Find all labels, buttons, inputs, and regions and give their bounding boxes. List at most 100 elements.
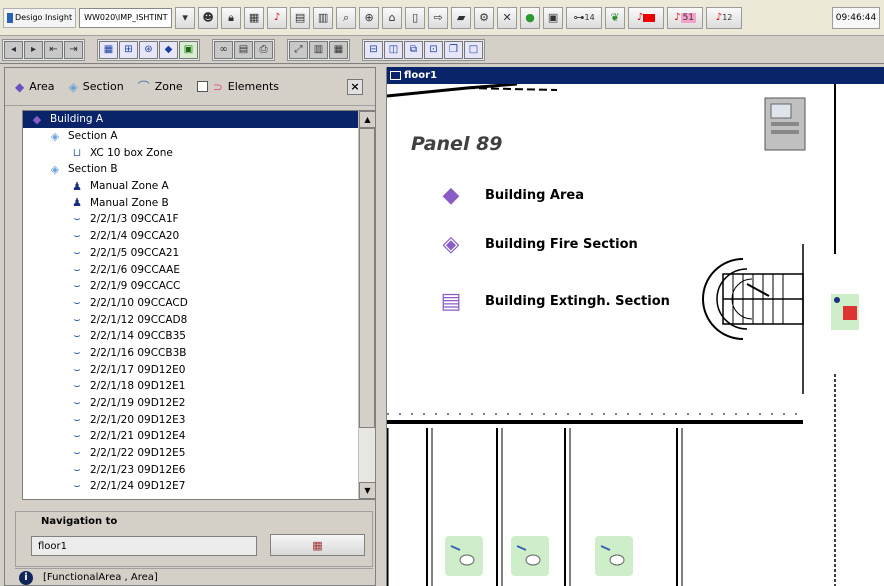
home-icon[interactable]: ⌂	[382, 6, 403, 29]
tree-node[interactable]: ◈ Section B	[23, 161, 359, 178]
dropdown-icon[interactable]: ▾	[175, 6, 196, 29]
tree-node[interactable]: ⌣ 2/2/1/20 09D12E3	[23, 411, 359, 428]
lock-icon[interactable]: 🔒︎	[221, 6, 242, 29]
split-icon[interactable]: ▥	[309, 40, 328, 59]
tree-node[interactable]: ⌣ 2/2/1/22 09D12E5	[23, 445, 359, 462]
layout-tile-icon[interactable]: ⊡	[424, 40, 443, 59]
tree-node[interactable]: ⊔ XC 10 box Zone	[23, 144, 359, 161]
tree-node[interactable]: ⌣ 2/2/1/19 09D12E2	[23, 395, 359, 412]
report-icon[interactable]: ▥	[313, 6, 334, 29]
grid-icon[interactable]: ▦	[244, 6, 265, 29]
manual-call-point-icon[interactable]	[831, 294, 859, 330]
zoom-icon[interactable]: ⊕	[359, 6, 380, 29]
tree-node[interactable]: ⌣ 2/2/1/21 09D12E4	[23, 428, 359, 445]
tree-node-label: Manual Zone A	[90, 180, 169, 193]
tree-node[interactable]: ⌣ 2/2/1/6 09CCAAE	[23, 261, 359, 278]
elements-checkbox[interactable]	[196, 81, 208, 92]
tree-node[interactable]: ♟ Manual Zone B	[23, 194, 359, 211]
tab-zone[interactable]: ⌒ Zone	[138, 78, 183, 95]
tree-node[interactable]: ⌣ 2/2/1/4 09CCA20	[23, 228, 359, 245]
tree-node[interactable]: ⌣ 2/2/1/24 09D12E7	[23, 478, 359, 495]
legend-label: Building Extingh. Section	[485, 293, 670, 309]
tree-icon[interactable]: ⊞	[119, 40, 138, 59]
window-restore-icon[interactable]: ❐	[444, 40, 463, 59]
folder-icon[interactable]: ▰	[451, 6, 472, 29]
tree-node[interactable]: ⌣ 2/2/1/9 09CCACC	[23, 278, 359, 295]
picture-icon[interactable]: ▣	[179, 40, 198, 59]
device-counter[interactable]: ⊶ 14	[566, 6, 603, 29]
tree-node-label: Building A	[50, 113, 104, 126]
export-icon[interactable]: ⇨	[428, 6, 449, 29]
window-icon	[390, 71, 401, 80]
scroll-up-icon[interactable]: ▲	[359, 111, 375, 128]
location-icon[interactable]: ◆	[159, 40, 178, 59]
elements-icon: ⊃	[212, 79, 223, 94]
tree-node[interactable]: ◈ Section A	[23, 128, 359, 145]
back-icon[interactable]: ◂	[4, 40, 23, 59]
tree-node[interactable]: ⌣ 2/2/1/3 09CCA1F	[23, 211, 359, 228]
settings-icon[interactable]: ⚙	[474, 6, 495, 29]
tree-node[interactable]: ⌣ 2/2/1/5 09CCA21	[23, 245, 359, 262]
leaf-icon[interactable]: ❦	[605, 6, 626, 29]
layout-icon[interactable]: ▦	[99, 40, 118, 59]
tree-node[interactable]: ⌣ 2/2/1/16 09CCB3B	[23, 345, 359, 362]
fire-panel-icon[interactable]	[764, 97, 806, 151]
zoom-fit-icon[interactable]: ⤢	[289, 40, 308, 59]
print-icon[interactable]: ⎙	[254, 40, 273, 59]
layout-horizontal-icon[interactable]: ⊟	[364, 40, 383, 59]
alarm-counter[interactable]: ♪ 51	[667, 6, 704, 29]
grid-view-icon[interactable]: ▦	[329, 40, 348, 59]
zone-icon: ⊔	[72, 146, 82, 160]
tree-scrollbar[interactable]: ▲ ▼	[358, 111, 375, 499]
smoke-detector-icon[interactable]	[511, 536, 549, 576]
tree-node-label: 2/2/1/4 09CCA20	[90, 230, 180, 243]
tree-node-label: 2/2/1/16 09CCB3B	[90, 346, 187, 359]
scroll-thumb[interactable]	[359, 128, 375, 428]
floor-plan[interactable]	[387, 84, 884, 586]
tree-node[interactable]: ⌣ 2/2/1/23 09D12E6	[23, 461, 359, 478]
tree-node[interactable]: ⌣ 2/2/1/14 09CCB35	[23, 328, 359, 345]
tree-node[interactable]: ♟ Manual Zone A	[23, 178, 359, 195]
tab-area[interactable]: ◆ Area	[15, 80, 55, 94]
tab-elements[interactable]: ⊃ Elements	[196, 79, 279, 94]
tree-node[interactable]: ⌣ 2/2/1/10 09CCACD	[23, 295, 359, 312]
window-max-icon[interactable]: □	[464, 40, 483, 59]
smoke-detector-icon[interactable]	[445, 536, 483, 576]
alarm-indicator[interactable]: ♪	[628, 6, 665, 29]
scroll-down-icon[interactable]: ▼	[359, 482, 375, 499]
close-icon[interactable]: ×	[347, 78, 363, 95]
ok-status-icon[interactable]: ●	[520, 6, 541, 29]
binoculars-icon[interactable]: ∞	[214, 40, 233, 59]
view-group: ▦ ⊞ ⊛ ◆ ▣	[97, 38, 200, 61]
layout-vertical-icon[interactable]: ◫	[384, 40, 403, 59]
layout-cascade-icon[interactable]: ⧉	[404, 40, 423, 59]
first-icon[interactable]: ⇤	[44, 40, 63, 59]
log-icon[interactable]: ▣	[543, 6, 564, 29]
forward-icon[interactable]: ▸	[24, 40, 43, 59]
preview-icon[interactable]: ▤	[234, 40, 253, 59]
legend-label: Building Fire Section	[485, 236, 638, 252]
fault-counter[interactable]: ♪ 12	[706, 6, 743, 29]
document-icon[interactable]: ▯	[405, 6, 426, 29]
tab-zone-label: Zone	[154, 80, 183, 93]
navigation-target-field[interactable]: floor1	[31, 536, 257, 556]
workspace-field[interactable]: WW020\IMP_ISHTINT	[79, 7, 173, 28]
tab-section[interactable]: ◈ Section	[69, 80, 124, 94]
section-icon: ◈	[50, 162, 60, 176]
last-icon[interactable]: ⇥	[64, 40, 83, 59]
target-icon[interactable]: ⊛	[139, 40, 158, 59]
detector-icon: ⌣	[73, 312, 81, 326]
tools-icon[interactable]: ✕	[497, 6, 518, 29]
tree-node[interactable]: ◆ Building A	[23, 111, 359, 128]
smoke-detector-icon[interactable]	[595, 536, 633, 576]
tree-node[interactable]: ⌣ 2/2/1/12 09CCAD8	[23, 311, 359, 328]
user-icon[interactable]: ☻	[198, 6, 219, 29]
tree-node[interactable]: ⌣ 2/2/1/17 09D12E0	[23, 361, 359, 378]
chart-icon[interactable]: ▤	[290, 6, 311, 29]
tree-node[interactable]: ⌣ 2/2/1/18 09D12E1	[23, 378, 359, 395]
info-icon: i	[19, 570, 33, 585]
bell-icon[interactable]: ♪	[267, 6, 288, 29]
left-panel: ◆ Area ◈ Section ⌒ Zone ⊃ Elements × ◆ Bu…	[4, 67, 376, 586]
search-icon[interactable]: ⌕	[336, 6, 357, 29]
navigate-button[interactable]: ▦	[270, 534, 365, 556]
